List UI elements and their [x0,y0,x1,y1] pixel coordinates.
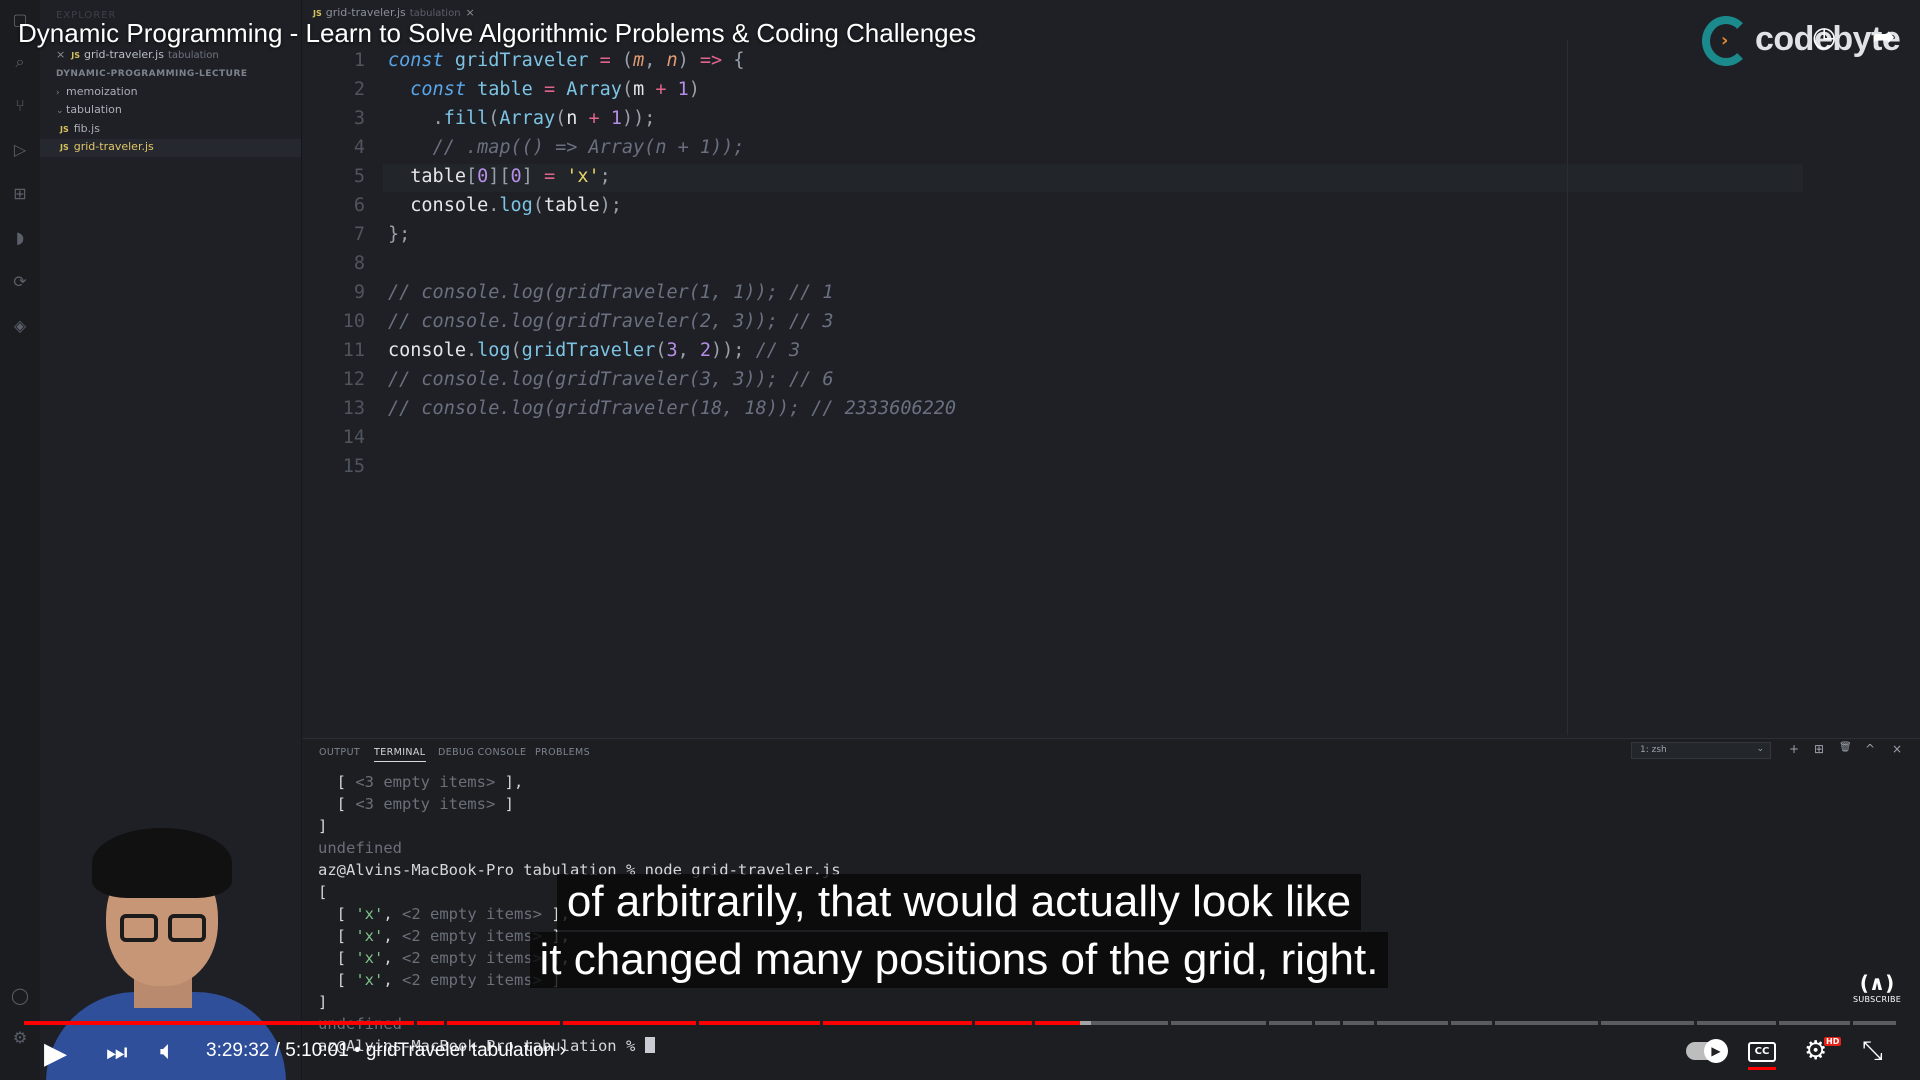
terminal-line: ] [318,817,328,835]
chapter-gap [1168,1021,1171,1025]
chapter-gap [972,1021,975,1025]
logo-chevron-icon: › [1721,30,1729,51]
hd-badge: HD [1824,1037,1842,1046]
watch-later-icon[interactable]: ◷ [1812,20,1836,53]
source-control-icon[interactable]: ⑂ [10,96,30,116]
terminal-line: [ [318,883,328,901]
chapter-gap [1312,1021,1315,1025]
current-time: 3:29:32 [206,1040,270,1061]
chapter-gap [1776,1021,1779,1025]
open-editor-item[interactable]: × JS grid-traveler.js tabulation [56,48,219,61]
chapter-gap [1448,1021,1451,1025]
presenter-hair [92,828,232,898]
chapter-gap [820,1021,823,1025]
terminal-line: undefined [318,839,402,857]
extensions-icon[interactable]: ⊞ [10,184,30,204]
chapter-gap [414,1021,417,1025]
autoplay-toggle[interactable]: ▶ [1686,1039,1728,1063]
git-icon[interactable]: ◈ [10,316,30,336]
chapter-gap [1694,1021,1697,1025]
chapter-gap [1266,1021,1269,1025]
terminal-line: [ <3 empty items> ], [318,773,524,791]
docker-icon[interactable]: ◗ [10,228,30,248]
chapter-gap [1492,1021,1495,1025]
captions-active-indicator [1748,1067,1776,1070]
close-icon[interactable]: × [56,48,65,61]
tab-problems[interactable]: PROBLEMS [535,747,590,758]
close-panel-icon[interactable]: × [1892,742,1902,756]
player-controls: ▶ ⏭ 🔈︎ 3:29:32 / 5:10:01 • gridTraveler … [0,1030,1920,1080]
chapter-gap [1374,1021,1377,1025]
sidebar-item-label: memoization [66,85,138,98]
new-terminal-icon[interactable]: + [1789,742,1799,756]
tab-output[interactable]: OUTPUT [319,747,360,758]
caption-line: it changed many positions of the grid, r… [529,932,1389,988]
sidebar-item-grid-traveler[interactable]: JS grid-traveler.js [60,140,154,153]
terminal-line: [ <3 empty items> ] [318,795,514,813]
tab-terminal[interactable]: TERMINAL [374,747,426,762]
run-icon[interactable]: ▷ [10,140,30,160]
chapter-gap [696,1021,699,1025]
sidebar-item-memoization[interactable]: › memoization [56,85,138,98]
share-icon[interactable]: ➦ [1872,20,1895,53]
chapter-gap [1598,1021,1601,1025]
js-file-icon: JS [60,143,69,152]
time-display: 3:29:32 / 5:10:01 • gridTraveler tabulat… [206,1040,566,1061]
exit-fullscreen-icon[interactable]: ⤡ [1862,1036,1883,1067]
sidebar-item-tabulation[interactable]: ⌄ tabulation [56,103,122,116]
volume-icon[interactable]: 🔈︎ [160,1036,176,1067]
maximize-panel-icon[interactable]: ^ [1865,742,1875,756]
play-icon[interactable]: ▶ [44,1036,67,1071]
presenter-glasses-left [120,914,158,942]
split-terminal-icon[interactable]: ⊞ [1814,742,1824,756]
video-title[interactable]: Dynamic Programming - Learn to Solve Alg… [18,18,976,49]
chapter-gap [444,1021,447,1025]
chevron-right-icon: › [56,88,60,98]
autoplay-play-icon: ▶ [1704,1039,1728,1063]
chevron-down-icon: ⌄ [1756,744,1764,754]
search-icon[interactable]: ⌕ [10,52,30,72]
editor-ruler [1567,40,1568,735]
next-icon[interactable]: ⏭ [106,1038,128,1066]
terminal-select[interactable]: 1: zsh ⌄ [1631,742,1771,759]
js-file-icon: JS [71,51,80,60]
js-file-icon: JS [60,125,69,134]
js-file-icon: JS [313,9,322,18]
chapter-gap [1850,1021,1853,1025]
trash-icon[interactable]: 🗑 [1839,742,1852,753]
presenter-glasses-right [168,914,206,942]
chapter-gap [1032,1021,1035,1025]
progress-bar[interactable] [24,1021,1896,1025]
duration: 5:10:01 [285,1040,349,1061]
code-editor[interactable]: JS grid-traveler.js tabulation × 1 const gri… [303,0,1920,738]
chapter-gap [1340,1021,1343,1025]
chapter-title[interactable]: • gridTraveler tabulation › [354,1040,566,1061]
captions-icon[interactable]: CC [1748,1042,1776,1062]
terminal-select-value: 1: zsh [1640,745,1667,755]
progress-played [24,1021,1080,1025]
remote-icon[interactable]: ⟳ [10,272,30,292]
sidebar-item-label: grid-traveler.js [73,140,154,153]
caption-line: of arbitrarily, that would actually look… [556,874,1362,930]
freecodecamp-icon: (∧) [1859,971,1895,995]
subscribe-watermark[interactable]: (∧) SUBSCRIBE [1853,971,1901,1004]
captions: of arbitrarily, that would actually look… [489,874,1429,990]
sidebar-item-fib[interactable]: JS fib.js [60,122,100,135]
terminal-line: ] [318,993,328,1011]
sidebar-item-label: fib.js [73,122,100,135]
chapter-gap [560,1021,563,1025]
open-editor-name: grid-traveler.js [83,48,164,61]
sidebar-item-label: tabulation [66,103,122,116]
tab-debug-console[interactable]: DEBUG CONSOLE [438,747,526,758]
subscribe-label: SUBSCRIBE [1853,995,1902,1004]
chevron-down-icon: ⌄ [56,106,64,116]
open-editor-folder: tabulation [167,50,219,61]
project-section[interactable]: DYNAMIC-PROGRAMMING-LECTURE [56,69,248,79]
